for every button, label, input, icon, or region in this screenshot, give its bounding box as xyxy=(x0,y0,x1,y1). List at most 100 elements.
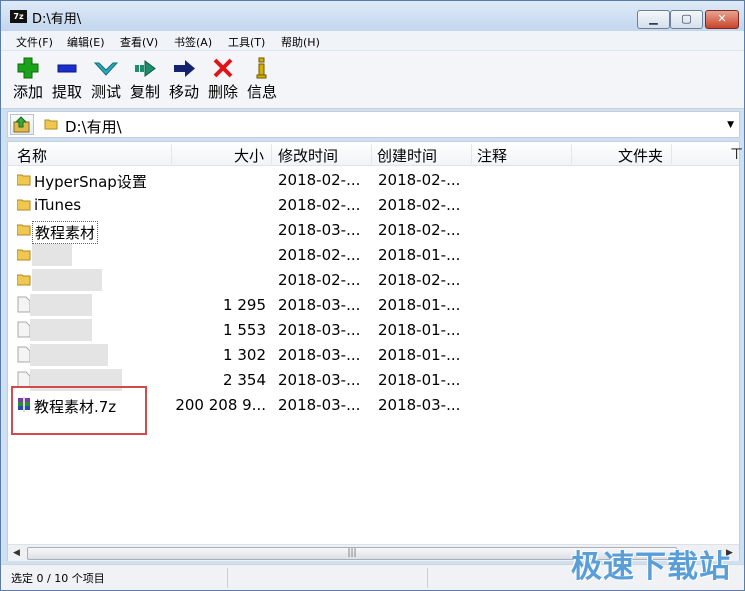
file-size: 1 553 xyxy=(223,321,266,339)
column-size[interactable]: 大小 xyxy=(234,145,264,166)
file-icon xyxy=(17,321,31,338)
add-label: 添加 xyxy=(12,83,43,101)
file-icon xyxy=(17,296,31,313)
status-text: 选定 0 / 10 个项目 xyxy=(11,572,105,585)
table-row[interactable]: 1 302 2018-03-... 2018-01-... xyxy=(8,343,739,368)
menu-tools[interactable]: 工具(T) xyxy=(228,34,265,50)
table-row[interactable]: iTunes 2018-02-... 2018-02-... xyxy=(8,193,739,218)
column-comment[interactable]: 注释 xyxy=(477,145,507,166)
redacted-name xyxy=(30,319,92,341)
list-header: 名称 大小 修改时间 创建时间 注释 文件夹 ⊤ xyxy=(8,142,743,166)
menu-help[interactable]: 帮助(H) xyxy=(281,34,320,50)
info-icon xyxy=(256,57,267,79)
file-size: 1 295 xyxy=(223,296,266,314)
up-folder-button[interactable] xyxy=(10,114,34,135)
column-separator[interactable] xyxy=(471,144,472,164)
info-button[interactable]: 信息 xyxy=(243,55,281,105)
test-button[interactable]: 测试 xyxy=(87,55,125,105)
extract-button[interactable]: 提取 xyxy=(48,55,86,105)
file-modified: 2018-02-... xyxy=(278,271,361,289)
file-modified: 2018-02-... xyxy=(278,246,361,264)
move-button[interactable]: 移动 xyxy=(165,55,203,105)
copy-icon xyxy=(135,60,156,77)
chevron-down-icon[interactable]: ▼ xyxy=(727,120,734,130)
menu-bar: 文件(F) 编辑(E) 查看(V) 书签(A) 工具(T) 帮助(H) xyxy=(1,31,744,51)
scroll-left-icon[interactable]: ◀ xyxy=(8,545,25,562)
redacted-name xyxy=(32,244,72,266)
file-size: 1 302 xyxy=(223,346,266,364)
extract-icon xyxy=(57,64,77,73)
add-button[interactable]: 添加 xyxy=(9,55,47,105)
extract-label: 提取 xyxy=(51,83,82,101)
minimize-button[interactable]: ▁ xyxy=(637,10,670,29)
close-button[interactable]: ✕ xyxy=(705,10,739,29)
column-created[interactable]: 创建时间 xyxy=(377,145,437,166)
delete-label: 删除 xyxy=(207,83,238,101)
test-icon xyxy=(93,62,119,76)
file-created: 2018-01-... xyxy=(378,296,461,314)
menu-edit[interactable]: 编辑(E) xyxy=(67,34,105,50)
column-more[interactable]: ⊤ xyxy=(730,145,743,163)
column-separator[interactable] xyxy=(271,144,272,164)
file-modified: 2018-03-... xyxy=(278,221,361,239)
column-folder[interactable]: 文件夹 xyxy=(618,145,663,166)
move-label: 移动 xyxy=(168,83,199,101)
column-separator[interactable] xyxy=(671,144,672,164)
app-icon: 7z xyxy=(10,10,27,23)
table-row[interactable]: 2018-02-... 2018-01-... xyxy=(8,243,739,268)
annotation-highlight xyxy=(11,386,147,435)
menu-bookmarks[interactable]: 书签(A) xyxy=(174,34,212,50)
column-modified[interactable]: 修改时间 xyxy=(278,145,338,166)
delete-icon xyxy=(213,58,233,78)
folder-icon xyxy=(17,199,31,211)
app-window: 7z D:\有用\ ▁ ▢ ✕ 文件(F) 编辑(E) 查看(V) 书签(A) … xyxy=(0,0,745,591)
menu-file[interactable]: 文件(F) xyxy=(16,34,53,50)
copy-label: 复制 xyxy=(129,83,160,101)
file-created: 2018-01-... xyxy=(378,246,461,264)
folder-icon xyxy=(17,174,31,186)
file-size: 200 208 9... xyxy=(175,396,266,414)
window-title: D:\有用\ xyxy=(32,12,82,27)
file-modified: 2018-02-... xyxy=(278,196,361,214)
add-icon xyxy=(17,57,39,79)
column-separator[interactable] xyxy=(571,144,572,164)
status-separator xyxy=(227,568,228,588)
delete-button[interactable]: 删除 xyxy=(204,55,242,105)
address-bar[interactable]: D:\有用\ ▼ xyxy=(7,111,740,138)
file-modified: 2018-03-... xyxy=(278,346,361,364)
table-row[interactable]: HyperSnap设置 2018-02-... 2018-02-... xyxy=(8,168,739,193)
column-separator[interactable] xyxy=(371,144,372,164)
path-folder-icon xyxy=(44,119,58,130)
redacted-name xyxy=(30,344,108,366)
file-created: 2018-01-... xyxy=(378,371,461,389)
file-name: 教程素材 xyxy=(32,221,99,244)
maximize-button[interactable]: ▢ xyxy=(670,10,703,29)
column-separator[interactable] xyxy=(171,144,172,164)
watermark: 极速下载站 xyxy=(571,549,731,585)
redacted-name xyxy=(32,269,102,291)
file-created: 2018-01-... xyxy=(378,321,461,339)
table-row[interactable]: 1 295 2018-03-... 2018-01-... xyxy=(8,293,739,318)
copy-button[interactable]: 复制 xyxy=(126,55,164,105)
file-name: HyperSnap设置 xyxy=(34,173,147,191)
toolbar: 添加 提取 测试 复制 移动 删除 信息 xyxy=(1,51,744,109)
table-row[interactable]: 2018-02-... 2018-02-... xyxy=(8,268,739,293)
file-created: 2018-02-... xyxy=(378,221,461,239)
folder-icon xyxy=(17,224,31,236)
column-name[interactable]: 名称 xyxy=(17,145,47,166)
status-separator xyxy=(427,568,428,588)
file-created: 2018-01-... xyxy=(378,346,461,364)
file-created: 2018-02-... xyxy=(378,196,461,214)
address-path: D:\有用\ xyxy=(65,118,122,136)
table-row[interactable]: 1 553 2018-03-... 2018-01-... xyxy=(8,318,739,343)
file-modified: 2018-03-... xyxy=(278,321,361,339)
menu-view[interactable]: 查看(V) xyxy=(120,34,158,50)
file-created: 2018-02-... xyxy=(378,271,461,289)
file-created: 2018-02-... xyxy=(378,171,461,189)
up-folder-icon xyxy=(13,116,30,133)
file-name: iTunes xyxy=(34,196,82,214)
table-row[interactable]: 教程素材 2018-03-... 2018-02-... xyxy=(8,218,739,244)
file-list: 名称 大小 修改时间 创建时间 注释 文件夹 ⊤ HyperSnap设置 201… xyxy=(7,141,743,562)
move-icon xyxy=(174,60,195,77)
info-label: 信息 xyxy=(246,83,277,101)
